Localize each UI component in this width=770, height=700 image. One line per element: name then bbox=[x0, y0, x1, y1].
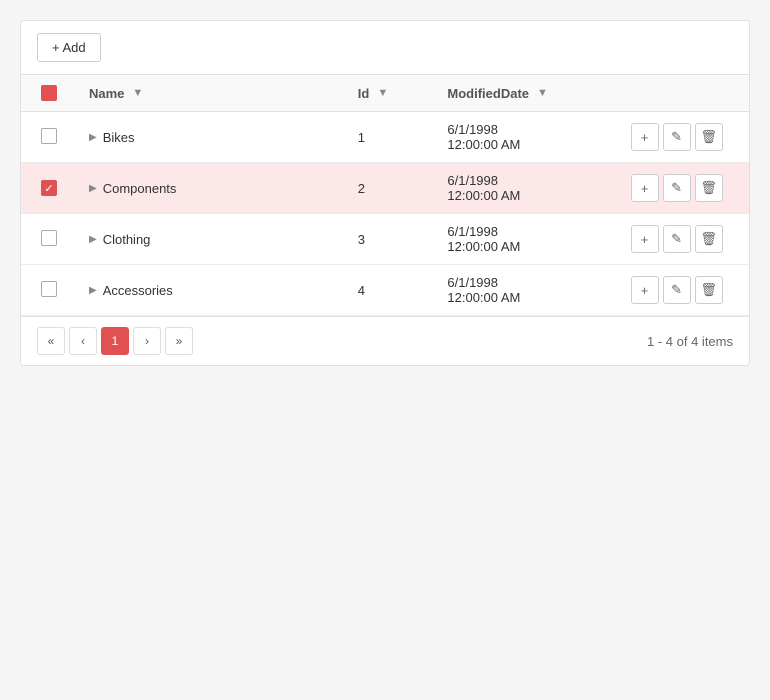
table-row: ✓ ▶ Components 2 6/1/1998 12:00:00 AM + ✎ 🗑 bbox=[21, 163, 749, 214]
add-child-button[interactable]: + bbox=[631, 123, 659, 151]
row-checkbox-cell bbox=[21, 265, 77, 316]
page-info: 1 - 4 of 4 items bbox=[647, 334, 733, 349]
edit-button[interactable]: ✎ bbox=[663, 276, 691, 304]
add-child-button[interactable]: + bbox=[631, 225, 659, 253]
row-checkbox-cell bbox=[21, 112, 77, 163]
row-actions-cell: + ✎ 🗑 bbox=[615, 265, 749, 316]
add-child-button[interactable]: + bbox=[631, 174, 659, 202]
row-modified-date: 6/1/1998 12:00:00 AM bbox=[447, 224, 520, 254]
row-name: ▶ Components bbox=[89, 181, 334, 196]
first-page-button[interactable]: « bbox=[37, 327, 65, 355]
row-actions-cell: + ✎ 🗑 bbox=[615, 214, 749, 265]
row-actions-cell: + ✎ 🗑 bbox=[615, 163, 749, 214]
header-checkbox[interactable] bbox=[41, 85, 57, 101]
name-filter-icon[interactable]: ▼ bbox=[132, 87, 143, 99]
delete-button[interactable]: 🗑 bbox=[695, 174, 723, 202]
row-modified-date: 6/1/1998 12:00:00 AM bbox=[447, 173, 520, 203]
header-actions bbox=[615, 75, 749, 112]
row-id: 2 bbox=[358, 181, 365, 196]
row-name-label: Components bbox=[103, 181, 177, 196]
prev-page-button[interactable]: ‹ bbox=[69, 327, 97, 355]
header-name: Name ▼ bbox=[77, 75, 346, 112]
edit-button[interactable]: ✎ bbox=[663, 225, 691, 253]
table-row: ▶ Clothing 3 6/1/1998 12:00:00 AM + ✎ 🗑 bbox=[21, 214, 749, 265]
row-name-label: Clothing bbox=[103, 232, 151, 247]
row-date-cell: 6/1/1998 12:00:00 AM bbox=[435, 112, 614, 163]
header-id: Id ▼ bbox=[346, 75, 436, 112]
add-button[interactable]: + Add bbox=[37, 33, 101, 62]
last-page-button[interactable]: » bbox=[165, 327, 193, 355]
pagination: « ‹ 1 › » 1 - 4 of 4 items bbox=[21, 316, 749, 365]
expand-arrow-icon[interactable]: ▶ bbox=[89, 285, 97, 296]
row-date-cell: 6/1/1998 12:00:00 AM bbox=[435, 163, 614, 214]
row-checkbox[interactable] bbox=[41, 230, 57, 246]
row-name: ▶ Clothing bbox=[89, 232, 334, 247]
next-page-button[interactable]: › bbox=[133, 327, 161, 355]
main-container: + Add Name ▼ bbox=[20, 20, 750, 366]
expand-arrow-icon[interactable]: ▶ bbox=[89, 183, 97, 194]
action-buttons: + ✎ 🗑 bbox=[627, 174, 737, 202]
table-row: ▶ Accessories 4 6/1/1998 12:00:00 AM + ✎ 🗑 bbox=[21, 265, 749, 316]
row-name-cell: ▶ Clothing bbox=[77, 214, 346, 265]
row-id: 1 bbox=[358, 130, 365, 145]
row-checkbox[interactable]: ✓ bbox=[41, 180, 57, 196]
action-buttons: + ✎ 🗑 bbox=[627, 123, 737, 151]
id-filter-icon[interactable]: ▼ bbox=[377, 87, 388, 99]
row-name: ▶ Accessories bbox=[89, 283, 334, 298]
row-id: 4 bbox=[358, 283, 365, 298]
page-1-button[interactable]: 1 bbox=[101, 327, 129, 355]
page-controls: « ‹ 1 › » bbox=[37, 327, 193, 355]
row-id-cell: 2 bbox=[346, 163, 436, 214]
row-name-cell: ▶ Components bbox=[77, 163, 346, 214]
row-date-cell: 6/1/1998 12:00:00 AM bbox=[435, 214, 614, 265]
expand-arrow-icon[interactable]: ▶ bbox=[89, 132, 97, 143]
name-header-label: Name bbox=[89, 86, 124, 101]
header-check-icon bbox=[44, 88, 54, 98]
expand-arrow-icon[interactable]: ▶ bbox=[89, 234, 97, 245]
edit-button[interactable]: ✎ bbox=[663, 174, 691, 202]
row-actions-cell: + ✎ 🗑 bbox=[615, 112, 749, 163]
row-checkbox[interactable] bbox=[41, 281, 57, 297]
row-modified-date: 6/1/1998 12:00:00 AM bbox=[447, 275, 520, 305]
row-id-cell: 1 bbox=[346, 112, 436, 163]
row-name-cell: ▶ Bikes bbox=[77, 112, 346, 163]
row-checkbox-cell: ✓ bbox=[21, 163, 77, 214]
id-header-label: Id bbox=[358, 86, 370, 101]
edit-button[interactable]: ✎ bbox=[663, 123, 691, 151]
row-id: 3 bbox=[358, 232, 365, 247]
action-buttons: + ✎ 🗑 bbox=[627, 225, 737, 253]
row-name-label: Accessories bbox=[103, 283, 173, 298]
date-header-label: ModifiedDate bbox=[447, 86, 529, 101]
row-checkbox[interactable] bbox=[41, 128, 57, 144]
row-name: ▶ Bikes bbox=[89, 130, 334, 145]
delete-button[interactable]: 🗑 bbox=[695, 276, 723, 304]
row-modified-date: 6/1/1998 12:00:00 AM bbox=[447, 122, 520, 152]
delete-button[interactable]: 🗑 bbox=[695, 123, 723, 151]
header-checkbox-col bbox=[21, 75, 77, 112]
row-id-cell: 4 bbox=[346, 265, 436, 316]
delete-button[interactable]: 🗑 bbox=[695, 225, 723, 253]
data-table: Name ▼ Id ▼ ModifiedDate ▼ bbox=[21, 75, 749, 316]
row-name-label: Bikes bbox=[103, 130, 135, 145]
action-buttons: + ✎ 🗑 bbox=[627, 276, 737, 304]
toolbar: + Add bbox=[21, 21, 749, 75]
add-child-button[interactable]: + bbox=[631, 276, 659, 304]
row-name-cell: ▶ Accessories bbox=[77, 265, 346, 316]
date-filter-icon[interactable]: ▼ bbox=[537, 87, 548, 99]
row-date-cell: 6/1/1998 12:00:00 AM bbox=[435, 265, 614, 316]
row-id-cell: 3 bbox=[346, 214, 436, 265]
table-row: ▶ Bikes 1 6/1/1998 12:00:00 AM + ✎ 🗑 bbox=[21, 112, 749, 163]
row-checkbox-cell bbox=[21, 214, 77, 265]
header-modified-date: ModifiedDate ▼ bbox=[435, 75, 614, 112]
